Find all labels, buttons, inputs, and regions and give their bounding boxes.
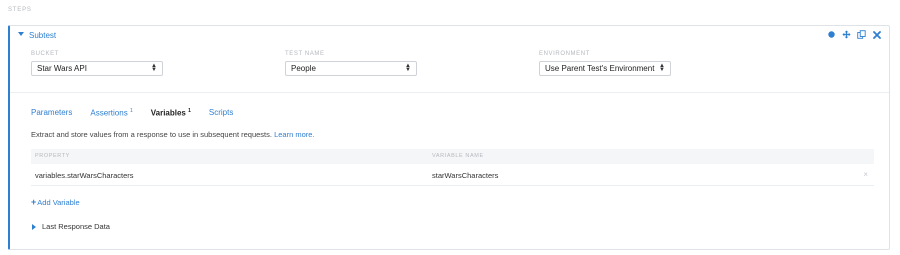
tab-parameters[interactable]: Parameters: [31, 108, 72, 118]
environment-value: Use Parent Test's Environment: [545, 64, 655, 73]
bucket-select[interactable]: Star Wars API ▲ ▼: [31, 61, 163, 76]
table-header: PROPERTY VARIABLE NAME: [31, 149, 874, 164]
steps-section-label: STEPS: [8, 7, 32, 13]
select-caret-icon: ▲ ▼: [659, 63, 665, 73]
bucket-value: Star Wars API: [37, 64, 87, 73]
close-icon[interactable]: [872, 30, 881, 39]
environment-select[interactable]: Use Parent Test's Environment ▲ ▼: [539, 61, 671, 76]
collapse-toggle-icon[interactable]: [18, 32, 24, 36]
header-divider: [10, 92, 889, 93]
select-caret-icon: ▲ ▼: [405, 63, 411, 73]
last-response-toggle[interactable]: Last Response Data: [32, 222, 110, 231]
plus-icon: +: [31, 197, 37, 207]
variables-count-badge: 1: [188, 108, 191, 114]
learn-more-link[interactable]: Learn more.: [274, 130, 314, 139]
subtest-step-card: Subtest BUCKET Star Wars API ▲ ▼ TEST NA…: [8, 25, 890, 250]
tab-assertions[interactable]: Assertions 1: [90, 108, 132, 118]
property-column-header: PROPERTY: [35, 153, 70, 159]
expand-arrow-icon: [32, 224, 36, 231]
variables-description: Extract and store values from a response…: [31, 130, 315, 139]
variable-name-value[interactable]: starWarsCharacters: [432, 171, 498, 180]
tab-scripts[interactable]: Scripts: [209, 108, 233, 118]
bucket-label: BUCKET: [31, 51, 59, 57]
step-tabs: Parameters Assertions 1 Variables 1 Scri…: [31, 108, 233, 118]
table-row: variables.starWarsCharacters starWarsCha…: [31, 164, 874, 186]
tab-variables[interactable]: Variables 1: [151, 108, 191, 118]
test-name-value: People: [291, 64, 316, 73]
subtest-header: Subtest BUCKET Star Wars API ▲ ▼ TEST NA…: [10, 26, 889, 120]
duplicate-icon[interactable]: [857, 30, 866, 39]
move-icon[interactable]: [842, 30, 851, 39]
header-actions: [827, 30, 881, 39]
test-name-label: TEST NAME: [285, 51, 325, 57]
subtest-title[interactable]: Subtest: [29, 31, 56, 40]
variables-table: PROPERTY VARIABLE NAME variables.starWar…: [31, 149, 874, 186]
property-value[interactable]: variables.starWarsCharacters: [35, 171, 134, 180]
add-variable-button[interactable]: +Add Variable: [31, 197, 80, 207]
assertions-count-badge: 1: [129, 108, 133, 114]
status-dot-icon[interactable]: [827, 30, 836, 39]
remove-row-icon[interactable]: ×: [863, 170, 868, 179]
environment-label: ENVIRONMENT: [539, 51, 590, 57]
variable-name-column-header: VARIABLE NAME: [432, 153, 484, 159]
select-caret-icon: ▲ ▼: [151, 63, 157, 73]
test-name-select[interactable]: People ▲ ▼: [285, 61, 417, 76]
